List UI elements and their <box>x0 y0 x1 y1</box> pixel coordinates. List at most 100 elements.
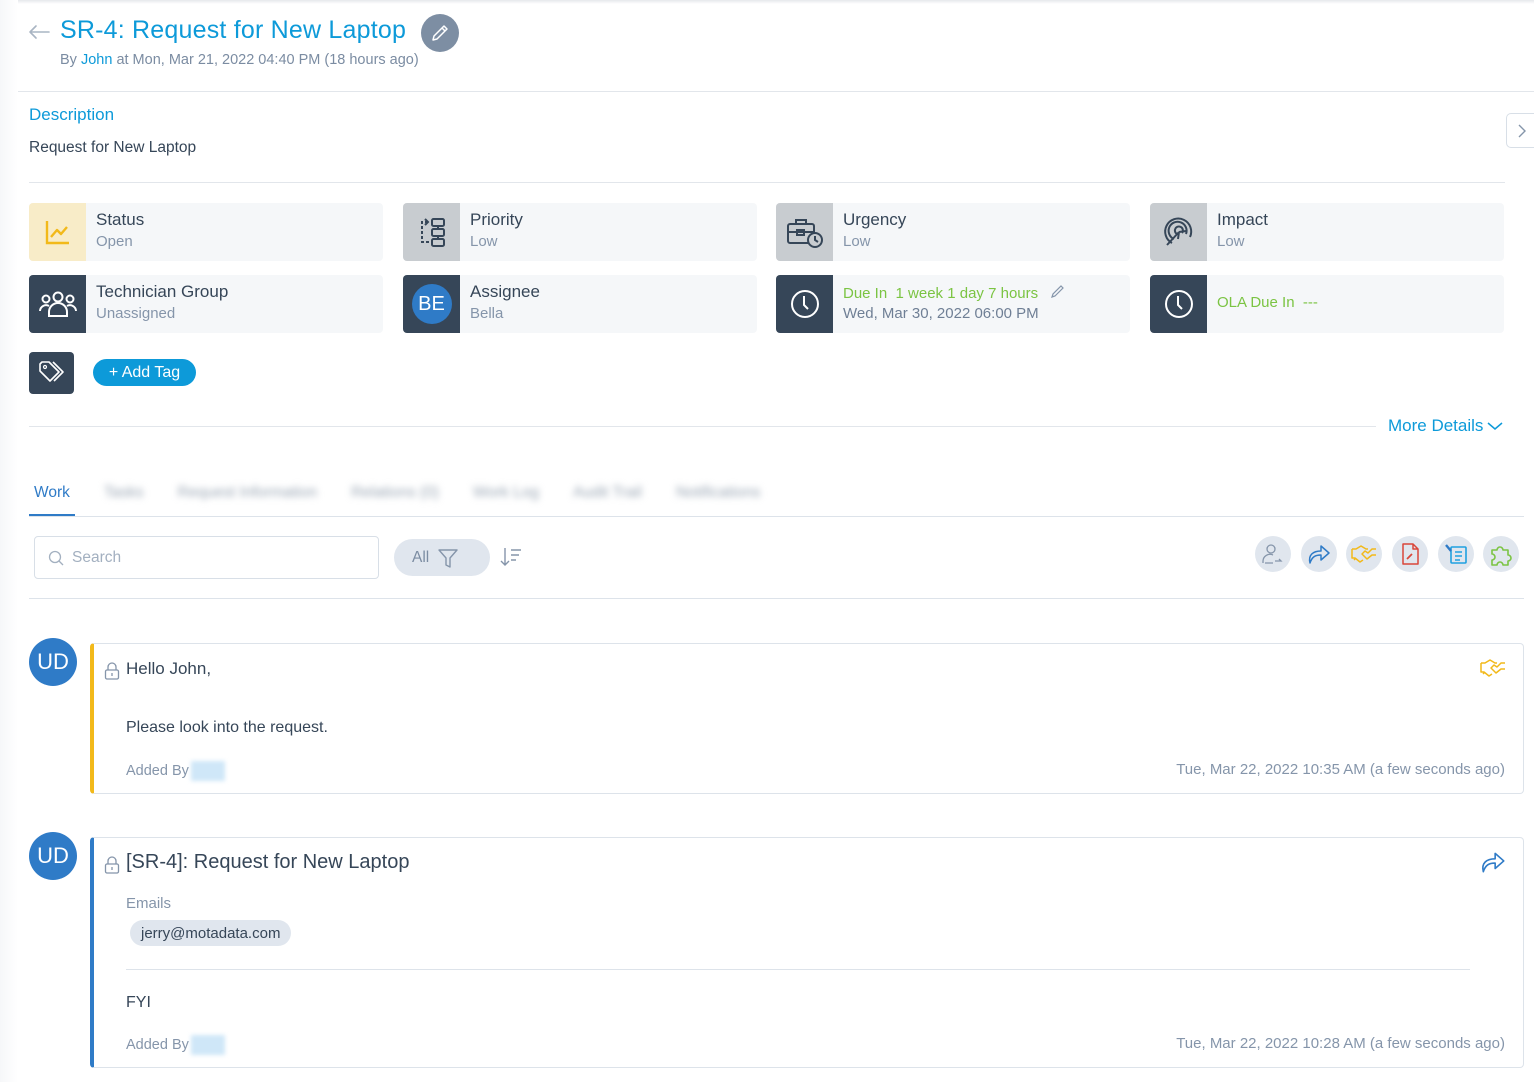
avatar: UD <box>29 638 77 686</box>
lock-icon <box>104 856 120 874</box>
pdf-export-button[interactable] <box>1392 536 1428 572</box>
assignee-card[interactable]: BE Assignee Bella <box>403 275 757 333</box>
entry-body: FYI <box>126 994 151 1011</box>
divider <box>29 182 1505 183</box>
tab-tasks[interactable]: Tasks <box>99 480 149 517</box>
toolbar-divider <box>29 598 1524 599</box>
entry-timestamp: Tue, Mar 22, 2022 10:28 AM (a few second… <box>1176 1035 1505 1052</box>
user-assign-icon <box>1262 544 1283 564</box>
clock-icon <box>776 275 833 333</box>
back-arrow-icon[interactable] <box>28 24 50 40</box>
entry-added-by: Added By <box>126 761 225 781</box>
search-box <box>34 536 379 579</box>
technician-group-value: Unassigned <box>96 305 176 322</box>
chevron-down-icon <box>1487 422 1503 430</box>
divider <box>29 426 1376 427</box>
priority-value: Low <box>470 233 498 250</box>
sort-button[interactable] <box>499 546 523 568</box>
tag-icon <box>29 352 74 394</box>
pencil-icon[interactable] <box>1050 283 1066 299</box>
priority-card[interactable]: Priority Low <box>403 203 757 261</box>
filter-icon <box>438 548 458 568</box>
assignee-avatar-box: BE <box>403 275 460 333</box>
emails-label: Emails <box>126 895 172 912</box>
assign-user-button[interactable] <box>1255 536 1291 572</box>
feed-entry-forward: [SR-4]: Request for New Laptop Emails je… <box>90 837 1524 1068</box>
tab-audit-trail[interactable]: Audit Trail <box>568 480 647 517</box>
sort-descending-icon <box>500 548 521 566</box>
side-panel-toggle[interactable] <box>1506 113 1534 148</box>
urgency-card[interactable]: Urgency Low <box>776 203 1130 261</box>
more-details-toggle[interactable]: More Details <box>1388 416 1503 436</box>
group-icon <box>29 275 86 333</box>
added-by-label: Added By <box>126 1037 189 1053</box>
more-details-label: More Details <box>1388 416 1484 435</box>
pdf-file-icon <box>1402 543 1419 565</box>
clock-icon <box>1150 275 1207 333</box>
author-link[interactable]: John <box>81 52 112 68</box>
add-tag-button[interactable]: + Add Tag <box>93 359 196 386</box>
filter-label: All <box>412 548 430 566</box>
assignee-value: Bella <box>470 305 504 322</box>
search-input[interactable] <box>72 548 362 567</box>
entry-divider <box>126 969 1470 970</box>
due-in-text: Due In 1 week 1 day 7 hours <box>843 285 1039 302</box>
due-in-label: Due In 1 week 1 day 7 hours <box>843 283 1066 302</box>
entry-timestamp: Tue, Mar 22, 2022 10:35 AM (a few second… <box>1176 761 1505 778</box>
created-info: By John at Mon, Mar 21, 2022 04:40 PM (1… <box>60 52 419 68</box>
added-by-name-redacted <box>190 761 225 781</box>
entry-title: Hello John, <box>126 659 212 678</box>
priority-flow-icon <box>403 203 460 261</box>
trend-chart-icon <box>29 203 86 261</box>
due-date-value: Wed, Mar 30, 2022 06:00 PM <box>843 305 1039 322</box>
technician-group-label: Technician Group <box>96 282 229 301</box>
page-title: SR-4: Request for New Laptop <box>60 16 407 44</box>
integration-button[interactable] <box>1483 536 1519 572</box>
collaborate-button[interactable] <box>1346 536 1382 572</box>
target-cursor-icon <box>1150 203 1207 261</box>
tab-request-information[interactable]: Request Information <box>173 480 323 517</box>
forward-arrow-icon[interactable] <box>1479 850 1507 874</box>
chevron-right-icon <box>1518 124 1526 137</box>
avatar: BE <box>411 284 452 324</box>
handshake-icon[interactable] <box>1479 658 1507 678</box>
add-note-button[interactable] <box>1438 536 1474 572</box>
by-prefix: By <box>60 52 77 68</box>
left-edge-shade <box>0 0 18 1082</box>
puzzle-icon <box>1491 546 1512 566</box>
feed-entry-collaboration: Hello John, Please look into the request… <box>90 643 1524 794</box>
handshake-icon <box>1351 545 1376 563</box>
status-label: Status <box>96 210 145 229</box>
created-time: at Mon, Mar 21, 2022 04:40 PM (18 hours … <box>116 52 419 68</box>
forward-arrow-icon <box>1308 545 1330 564</box>
tab-notifications[interactable]: Notifications <box>671 480 765 517</box>
top-shadow <box>0 0 1534 4</box>
tab-bar: Work Tasks Request Information Relations… <box>29 480 789 517</box>
urgency-value: Low <box>843 233 871 250</box>
added-by-label: Added By <box>126 763 189 779</box>
technician-group-card[interactable]: Technician Group Unassigned <box>29 275 383 333</box>
filter-button[interactable]: All <box>394 539 490 576</box>
priority-label: Priority <box>470 210 523 229</box>
entry-title: [SR-4]: Request for New Laptop <box>126 851 410 873</box>
briefcase-clock-icon <box>776 203 833 261</box>
tab-work-log[interactable]: Work Log <box>468 480 544 517</box>
lock-icon <box>104 662 120 680</box>
status-card[interactable]: Status Open <box>29 203 383 261</box>
tabs-divider <box>29 516 1524 517</box>
edit-title-button[interactable] <box>421 14 459 52</box>
search-icon <box>48 550 64 565</box>
ola-due-card[interactable]: OLA Due In --- <box>1150 275 1504 333</box>
impact-card[interactable]: Impact Low <box>1150 203 1504 261</box>
tab-work[interactable]: Work <box>29 480 75 517</box>
urgency-label: Urgency <box>843 210 907 229</box>
tab-relations[interactable]: Relations (0) <box>346 480 444 517</box>
impact-label: Impact <box>1217 210 1269 229</box>
forward-button[interactable] <box>1301 536 1337 572</box>
due-by-card[interactable]: Due In 1 week 1 day 7 hours Wed, Mar 30,… <box>776 275 1130 333</box>
added-by-name-redacted <box>190 1035 225 1055</box>
avatar: UD <box>29 832 77 880</box>
entry-added-by: Added By <box>126 1035 225 1055</box>
assignee-label: Assignee <box>470 282 540 301</box>
pencil-icon <box>432 25 448 41</box>
